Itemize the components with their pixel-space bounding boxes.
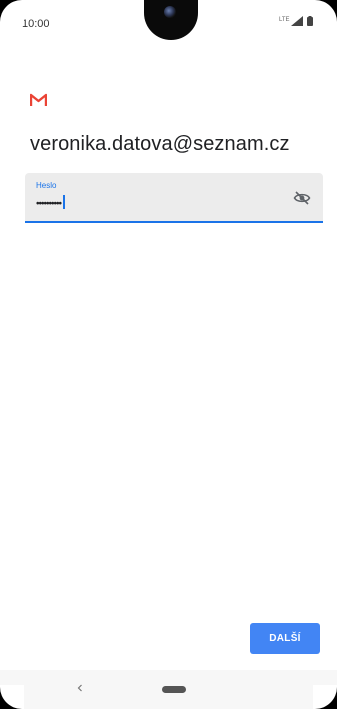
camera-notch bbox=[144, 0, 198, 40]
signal-icon bbox=[291, 16, 303, 26]
screen-corner bbox=[313, 0, 337, 24]
screen-corner bbox=[0, 0, 24, 24]
password-field[interactable]: Heslo •••••••••• bbox=[25, 173, 323, 223]
screen-corner bbox=[0, 685, 24, 709]
password-input[interactable]: •••••••••• bbox=[36, 195, 66, 211]
camera-icon bbox=[164, 6, 176, 18]
home-button[interactable] bbox=[162, 686, 186, 693]
status-bar: 10:00 LTE bbox=[0, 0, 337, 42]
password-label: Heslo bbox=[36, 181, 57, 190]
gmail-logo-icon bbox=[30, 93, 47, 106]
password-value: •••••••••• bbox=[36, 198, 62, 210]
next-button[interactable]: DALŠÍ bbox=[250, 623, 320, 654]
navigation-bar bbox=[0, 670, 337, 709]
screen-corner bbox=[313, 685, 337, 709]
screen: 10:00 LTE veronika.datova@seznam.cz Hesl… bbox=[0, 0, 337, 709]
status-time: 10:00 bbox=[22, 18, 50, 30]
back-icon[interactable] bbox=[75, 682, 85, 694]
account-email: veronika.datova@seznam.cz bbox=[30, 133, 290, 155]
network-type: LTE bbox=[279, 17, 290, 23]
text-cursor bbox=[63, 195, 66, 209]
eye-off-icon[interactable] bbox=[293, 190, 311, 206]
